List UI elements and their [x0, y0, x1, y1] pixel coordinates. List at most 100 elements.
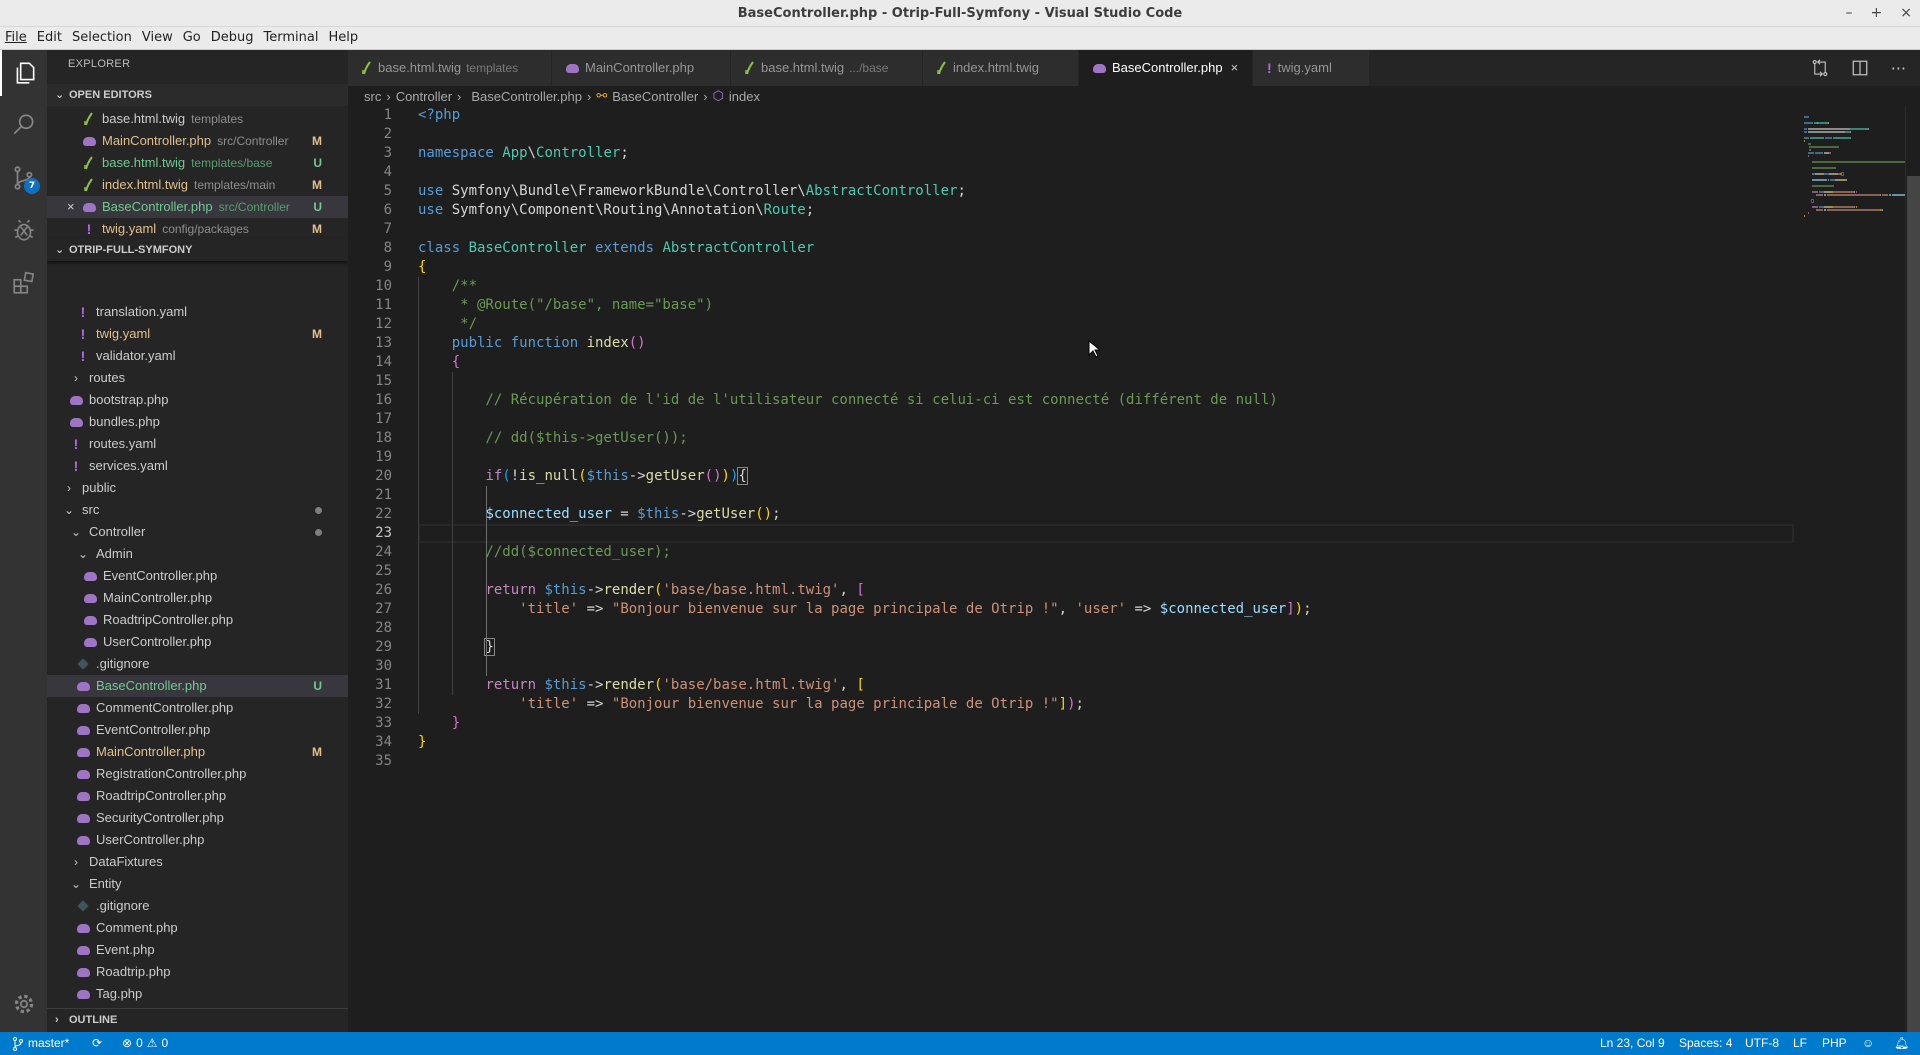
folder-item[interactable]: ⌄ src	[47, 499, 348, 521]
minimap[interactable]	[1794, 106, 1910, 1032]
file-item[interactable]: ! translation.yaml	[47, 301, 348, 323]
language-mode[interactable]: PHP	[1822, 1032, 1847, 1055]
code-line: //dd($connected_user);	[418, 543, 670, 562]
folder-item[interactable]: › DataFixtures	[47, 851, 348, 873]
menu-go[interactable]: Go	[178, 27, 206, 49]
php-file-icon	[75, 964, 91, 980]
file-item[interactable]: EventController.php	[47, 719, 348, 741]
breadcrumb-item[interactable]: BaseController.php	[471, 89, 582, 104]
folder-item[interactable]: ⌄ Admin	[47, 543, 348, 565]
php-elephant-icon	[69, 417, 83, 427]
minimap-token	[1856, 191, 1857, 193]
explorer-activity[interactable]	[0, 50, 47, 96]
folder-item[interactable]: › public	[47, 477, 348, 499]
menu-debug[interactable]: Debug	[206, 27, 259, 49]
line-number: 32	[375, 696, 392, 712]
menu-help[interactable]: Help	[323, 27, 363, 49]
project-label: OTRIP-FULL-SYMFONY	[69, 244, 193, 256]
project-header[interactable]: ⌄ OTRIP-FULL-SYMFONY	[47, 239, 348, 261]
file-item[interactable]: MainController.php	[47, 587, 348, 609]
menu-view[interactable]: View	[137, 27, 178, 49]
breadcrumb-item[interactable]: Controller	[396, 89, 452, 104]
open-editors-header[interactable]: ⌄ OPEN EDITORS	[47, 84, 348, 106]
line-number: 18	[375, 430, 392, 446]
file-item[interactable]: EventController.php	[47, 565, 348, 587]
tab-basecontroller-php[interactable]: BaseController.php ×	[1079, 50, 1253, 86]
file-item[interactable]: BaseController.php U	[47, 675, 348, 697]
indentation[interactable]: Spaces: 4	[1679, 1032, 1732, 1055]
menu-selection[interactable]: Selection	[67, 27, 137, 49]
file-item[interactable]: .gitignore	[47, 653, 348, 675]
open-editor-item[interactable]: base.html.twig templates	[47, 108, 348, 130]
code-editor[interactable]: 1 <?php 2 3 namespace App\Controller; 4 5 use S…	[348, 106, 1794, 1032]
menu-edit[interactable]: Edit	[32, 27, 67, 49]
tab-twig-yaml[interactable]: ! twig.yaml	[1253, 50, 1370, 86]
file-item[interactable]: UserController.php	[47, 631, 348, 653]
more-actions-icon[interactable]: ···	[1891, 59, 1906, 78]
debug-activity[interactable]	[0, 207, 47, 253]
open-editor-item[interactable]: base.html.twig templates/base U	[47, 152, 348, 174]
tab-close-icon[interactable]: ×	[1231, 50, 1239, 86]
branch-indicator[interactable]: master*	[12, 1032, 69, 1055]
breadcrumb-item[interactable]: src	[364, 89, 381, 104]
feedback-button[interactable]: ☺	[1862, 1032, 1874, 1055]
close-window-button[interactable]: ×	[1900, 0, 1912, 27]
extensions-activity[interactable]	[0, 260, 47, 306]
scrollbar-thumb[interactable]	[1907, 176, 1920, 1032]
tab-base-html-twig[interactable]: base.html.twig .../base	[731, 50, 923, 86]
source-control-activity[interactable]	[0, 155, 47, 201]
folder-item[interactable]: ⌄ Entity	[47, 873, 348, 895]
code-token: [	[856, 677, 865, 693]
open-changes-icon[interactable]	[1811, 59, 1829, 77]
menu-terminal[interactable]: Terminal	[259, 27, 324, 49]
file-item[interactable]: ! routes.yaml	[47, 433, 348, 455]
file-item[interactable]: MainController.php M	[47, 741, 348, 763]
outline-header[interactable]: › OUTLINE	[47, 1009, 348, 1031]
manage-activity[interactable]	[0, 981, 47, 1027]
vertical-scrollbar[interactable]	[1905, 106, 1920, 1032]
file-item[interactable]: ! twig.yaml M	[47, 323, 348, 345]
file-item[interactable]: CommentController.php	[47, 697, 348, 719]
file-item[interactable]: UserController.php	[47, 829, 348, 851]
tab-maincontroller-php[interactable]: MainController.php	[552, 50, 731, 86]
file-item[interactable]: SecurityController.php	[47, 807, 348, 829]
file-item[interactable]: RoadtripController.php	[47, 609, 348, 631]
file-item[interactable]: Tag.php	[47, 983, 348, 1005]
breadcrumb-item[interactable]: index	[729, 89, 760, 104]
tab-index-html-twig[interactable]: index.html.twig	[923, 50, 1079, 86]
file-item[interactable]: ! validator.yaml	[47, 345, 348, 367]
cursor-position[interactable]: Ln 23, Col 9	[1600, 1032, 1665, 1055]
folder-item[interactable]: ⌄ Controller	[47, 521, 348, 543]
search-activity[interactable]	[0, 102, 47, 148]
menu-file[interactable]: File	[0, 27, 32, 49]
folder-item[interactable]: › routes	[47, 367, 348, 389]
file-item[interactable]: Roadtrip.php	[47, 961, 348, 983]
sync-button[interactable]: ⟳	[92, 1032, 102, 1055]
file-item[interactable]: RoadtripController.php	[47, 785, 348, 807]
open-editor-item[interactable]: ! twig.yaml config/packages M	[47, 218, 348, 240]
close-editor-icon[interactable]: ×	[67, 196, 75, 218]
open-editor-item[interactable]: × BaseController.php src/Controller U	[47, 196, 348, 218]
file-item[interactable]: ! services.yaml	[47, 455, 348, 477]
minimap-token	[1856, 206, 1857, 208]
file-item[interactable]: Comment.php	[47, 917, 348, 939]
problems-indicator[interactable]: ⊗ 0 ⚠ 0	[122, 1032, 168, 1055]
open-editor-item[interactable]: MainController.php src/Controller M	[47, 130, 348, 152]
split-editor-icon[interactable]	[1851, 59, 1869, 77]
file-path: src/Controller	[218, 200, 290, 214]
end-of-line[interactable]: LF	[1793, 1032, 1807, 1055]
open-editor-item[interactable]: index.html.twig templates/main M	[47, 174, 348, 196]
file-item[interactable]: bootstrap.php	[47, 389, 348, 411]
chevron-down-icon: ⌄	[70, 525, 82, 539]
file-item[interactable]: bundles.php	[47, 411, 348, 433]
minimize-button[interactable]: –	[1846, 0, 1853, 27]
notifications-button[interactable]: 🔔︎	[1894, 1032, 1909, 1055]
breadcrumb-item[interactable]: BaseController	[612, 89, 698, 104]
maximize-button[interactable]: +	[1871, 0, 1883, 27]
file-item[interactable]: .gitignore	[47, 895, 348, 917]
tab-base-html-twig[interactable]: base.html.twig templates	[348, 50, 552, 86]
file-item[interactable]: RegistrationController.php	[47, 763, 348, 785]
file-item[interactable]: Event.php	[47, 939, 348, 961]
yaml-exclamation-icon: !	[80, 326, 86, 342]
encoding[interactable]: UTF-8	[1745, 1032, 1779, 1055]
